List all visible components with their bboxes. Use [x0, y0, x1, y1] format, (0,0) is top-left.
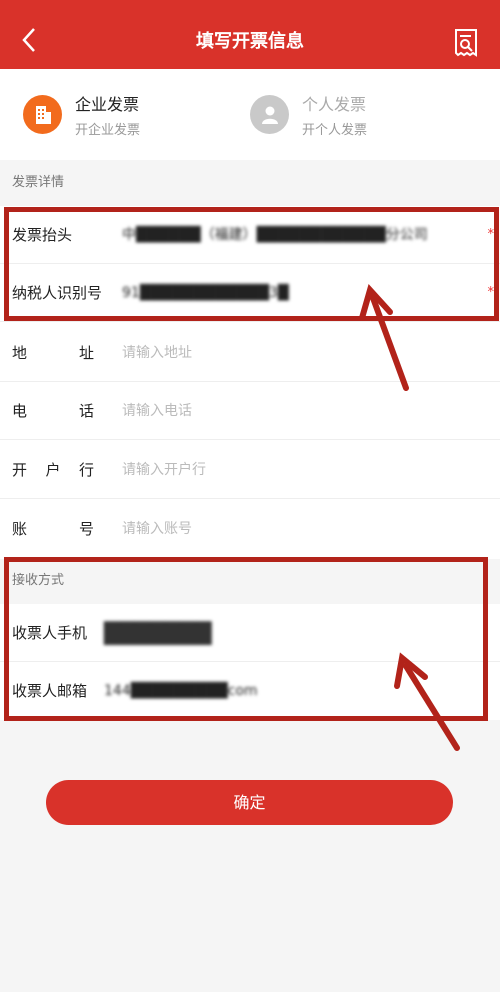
phone-label: 电话	[12, 382, 94, 440]
address-row[interactable]: 地址 请输入地址	[0, 324, 500, 382]
row-label: 地址	[12, 324, 94, 382]
account-label: 账号	[12, 500, 94, 558]
bank-row[interactable]: 开户行 请输入开户行	[0, 441, 500, 499]
row-label: 开户行	[12, 441, 94, 499]
invoice-type-sublabel: 开企业发票	[75, 123, 141, 138]
invoice-type-sublabel: 开个人发票	[302, 123, 368, 138]
receive-form: 收票人手机 ███████ 收票人邮箱 144█████████com	[0, 604, 500, 720]
label-char: 户	[45, 461, 61, 479]
account-input[interactable]: 请输入账号	[122, 500, 192, 558]
label-char: 地	[12, 344, 28, 362]
required-mark: *	[487, 227, 495, 242]
receiver-email-field[interactable]: 144█████████com	[104, 662, 258, 720]
label-char: 址	[78, 344, 94, 362]
address-label: 地址	[12, 324, 94, 382]
details-form: 发票抬头 中██████（福建）████████████分公司 * 纳税人识别号…	[0, 206, 500, 559]
receipt-search-icon[interactable]	[453, 28, 479, 58]
label-char: 开	[12, 461, 28, 479]
label-char: 话	[78, 402, 94, 420]
page-title: 填写开票信息	[196, 31, 304, 52]
receiver-email-row[interactable]: 收票人邮箱 144█████████com	[0, 662, 500, 720]
bank-label: 开户行	[12, 441, 94, 499]
tax-id-field[interactable]: 91████████████3█	[122, 264, 289, 322]
row-label: 电话	[12, 382, 94, 440]
phone-input[interactable]: 请输入电话	[122, 382, 192, 440]
invoice-title-field[interactable]: 中██████（福建）████████████分公司	[122, 206, 428, 264]
invoice-title-row[interactable]: 发票抬头 中██████（福建）████████████分公司 *	[0, 206, 500, 264]
person-icon	[250, 95, 289, 134]
tax-id-row[interactable]: 纳税人识别号 91████████████3█ *	[0, 264, 500, 322]
header-bar: 填写开票信息	[0, 0, 500, 69]
label-char: 账	[12, 520, 28, 538]
row-label: 账号	[12, 500, 94, 558]
section-label-receive: 接收方式	[12, 573, 65, 588]
invoice-type-panel: 企业发票 开企业发票 个人发票 开个人发票	[0, 69, 500, 160]
label-char: 电	[12, 402, 28, 420]
phone-row[interactable]: 电话 请输入电话	[0, 382, 500, 440]
label-char: 号	[78, 520, 94, 538]
bank-input[interactable]: 请输入开户行	[122, 441, 206, 499]
account-row[interactable]: 账号 请输入账号	[0, 500, 500, 558]
label-char: 行	[78, 461, 94, 479]
row-label: 发票抬头	[12, 226, 73, 244]
row-label: 收票人邮箱	[12, 682, 88, 700]
section-label-details: 发票详情	[12, 175, 65, 190]
row-label: 纳税人识别号	[12, 284, 103, 302]
building-icon	[23, 95, 62, 134]
required-mark: *	[487, 285, 495, 300]
receiver-phone-row[interactable]: 收票人手机 ███████	[0, 604, 500, 662]
receiver-phone-field[interactable]: ███████	[104, 604, 212, 662]
invoice-type-label: 个人发票	[302, 95, 367, 114]
confirm-button[interactable]: 确定	[46, 780, 453, 825]
address-input[interactable]: 请输入地址	[122, 324, 192, 382]
row-label: 收票人手机	[12, 624, 88, 642]
invoice-type-label: 企业发票	[75, 95, 140, 114]
